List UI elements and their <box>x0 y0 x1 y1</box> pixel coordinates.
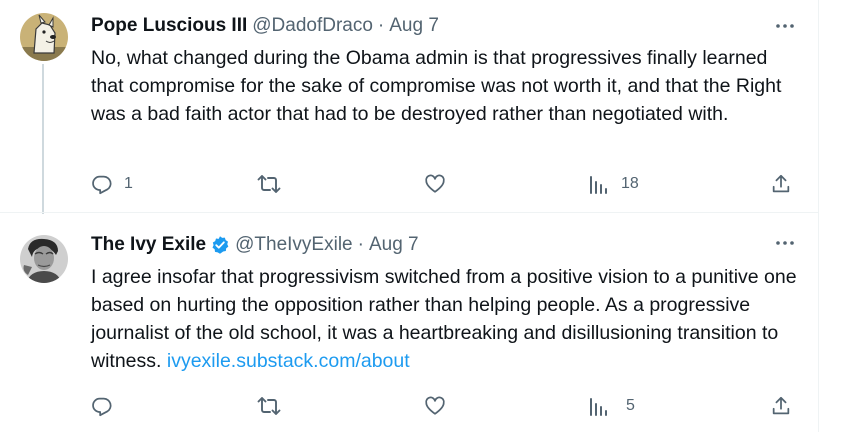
retweet-button[interactable] <box>257 395 292 417</box>
view-count: 5 <box>626 397 635 414</box>
retweet-icon <box>257 175 281 193</box>
cartoon-dog-avatar-icon <box>20 13 68 61</box>
handle[interactable]: @TheIvyExile <box>235 234 353 256</box>
more-icon[interactable] <box>772 232 798 254</box>
reply-icon <box>92 397 112 417</box>
tweet-header: The Ivy Exile @TheIvyExile · Aug 7 <box>91 233 419 257</box>
tweet-link[interactable]: ivyexile.substack.com/about <box>167 350 410 372</box>
black-and-white-portrait-avatar-icon <box>20 235 68 283</box>
views-button[interactable]: 5 <box>588 395 635 417</box>
share-icon <box>772 396 790 415</box>
timestamp[interactable]: Aug 7 <box>369 234 419 256</box>
more-icon[interactable] <box>772 15 798 37</box>
handle[interactable]: @DadofDraco <box>252 15 373 37</box>
timeline-border <box>818 0 819 432</box>
views-button[interactable]: 18 <box>588 173 639 195</box>
retweet-icon <box>257 397 281 415</box>
reply-count: 1 <box>124 175 133 192</box>
views-icon <box>590 398 607 416</box>
separator: · <box>357 234 364 255</box>
avatar[interactable] <box>20 13 68 61</box>
timestamp[interactable]: Aug 7 <box>389 15 439 37</box>
views-icon <box>590 176 607 194</box>
view-count: 18 <box>621 175 639 192</box>
avatar[interactable] <box>20 235 68 283</box>
tweet-text: No, what changed during the Obama admin … <box>91 44 801 128</box>
share-button[interactable] <box>770 395 792 417</box>
separator: · <box>377 15 385 36</box>
tweet-text: I agree insofar that progressivism switc… <box>91 263 801 375</box>
reply-button[interactable] <box>91 395 124 417</box>
thread-line <box>42 64 44 214</box>
verified-badge-icon[interactable] <box>210 235 230 255</box>
display-name[interactable]: The Ivy Exile <box>91 234 206 256</box>
like-icon <box>425 174 445 193</box>
retweet-button[interactable] <box>257 173 292 195</box>
tweet[interactable]: Pope Luscious III @DadofDraco · Aug 7 No… <box>0 0 818 214</box>
tweet-body: No, what changed during the Obama admin … <box>91 47 782 125</box>
reply-button[interactable]: 1 <box>91 173 133 195</box>
like-button[interactable] <box>424 173 457 195</box>
like-icon <box>425 396 445 415</box>
tweet-header: Pope Luscious III @DadofDraco · Aug 7 <box>91 14 439 38</box>
like-button[interactable] <box>424 395 457 417</box>
share-button[interactable] <box>770 173 792 195</box>
display-name[interactable]: Pope Luscious III <box>91 15 247 37</box>
reply-icon <box>92 175 112 195</box>
share-icon <box>772 174 790 193</box>
tweet[interactable]: The Ivy Exile @TheIvyExile · Aug 7 I agr… <box>0 212 818 433</box>
